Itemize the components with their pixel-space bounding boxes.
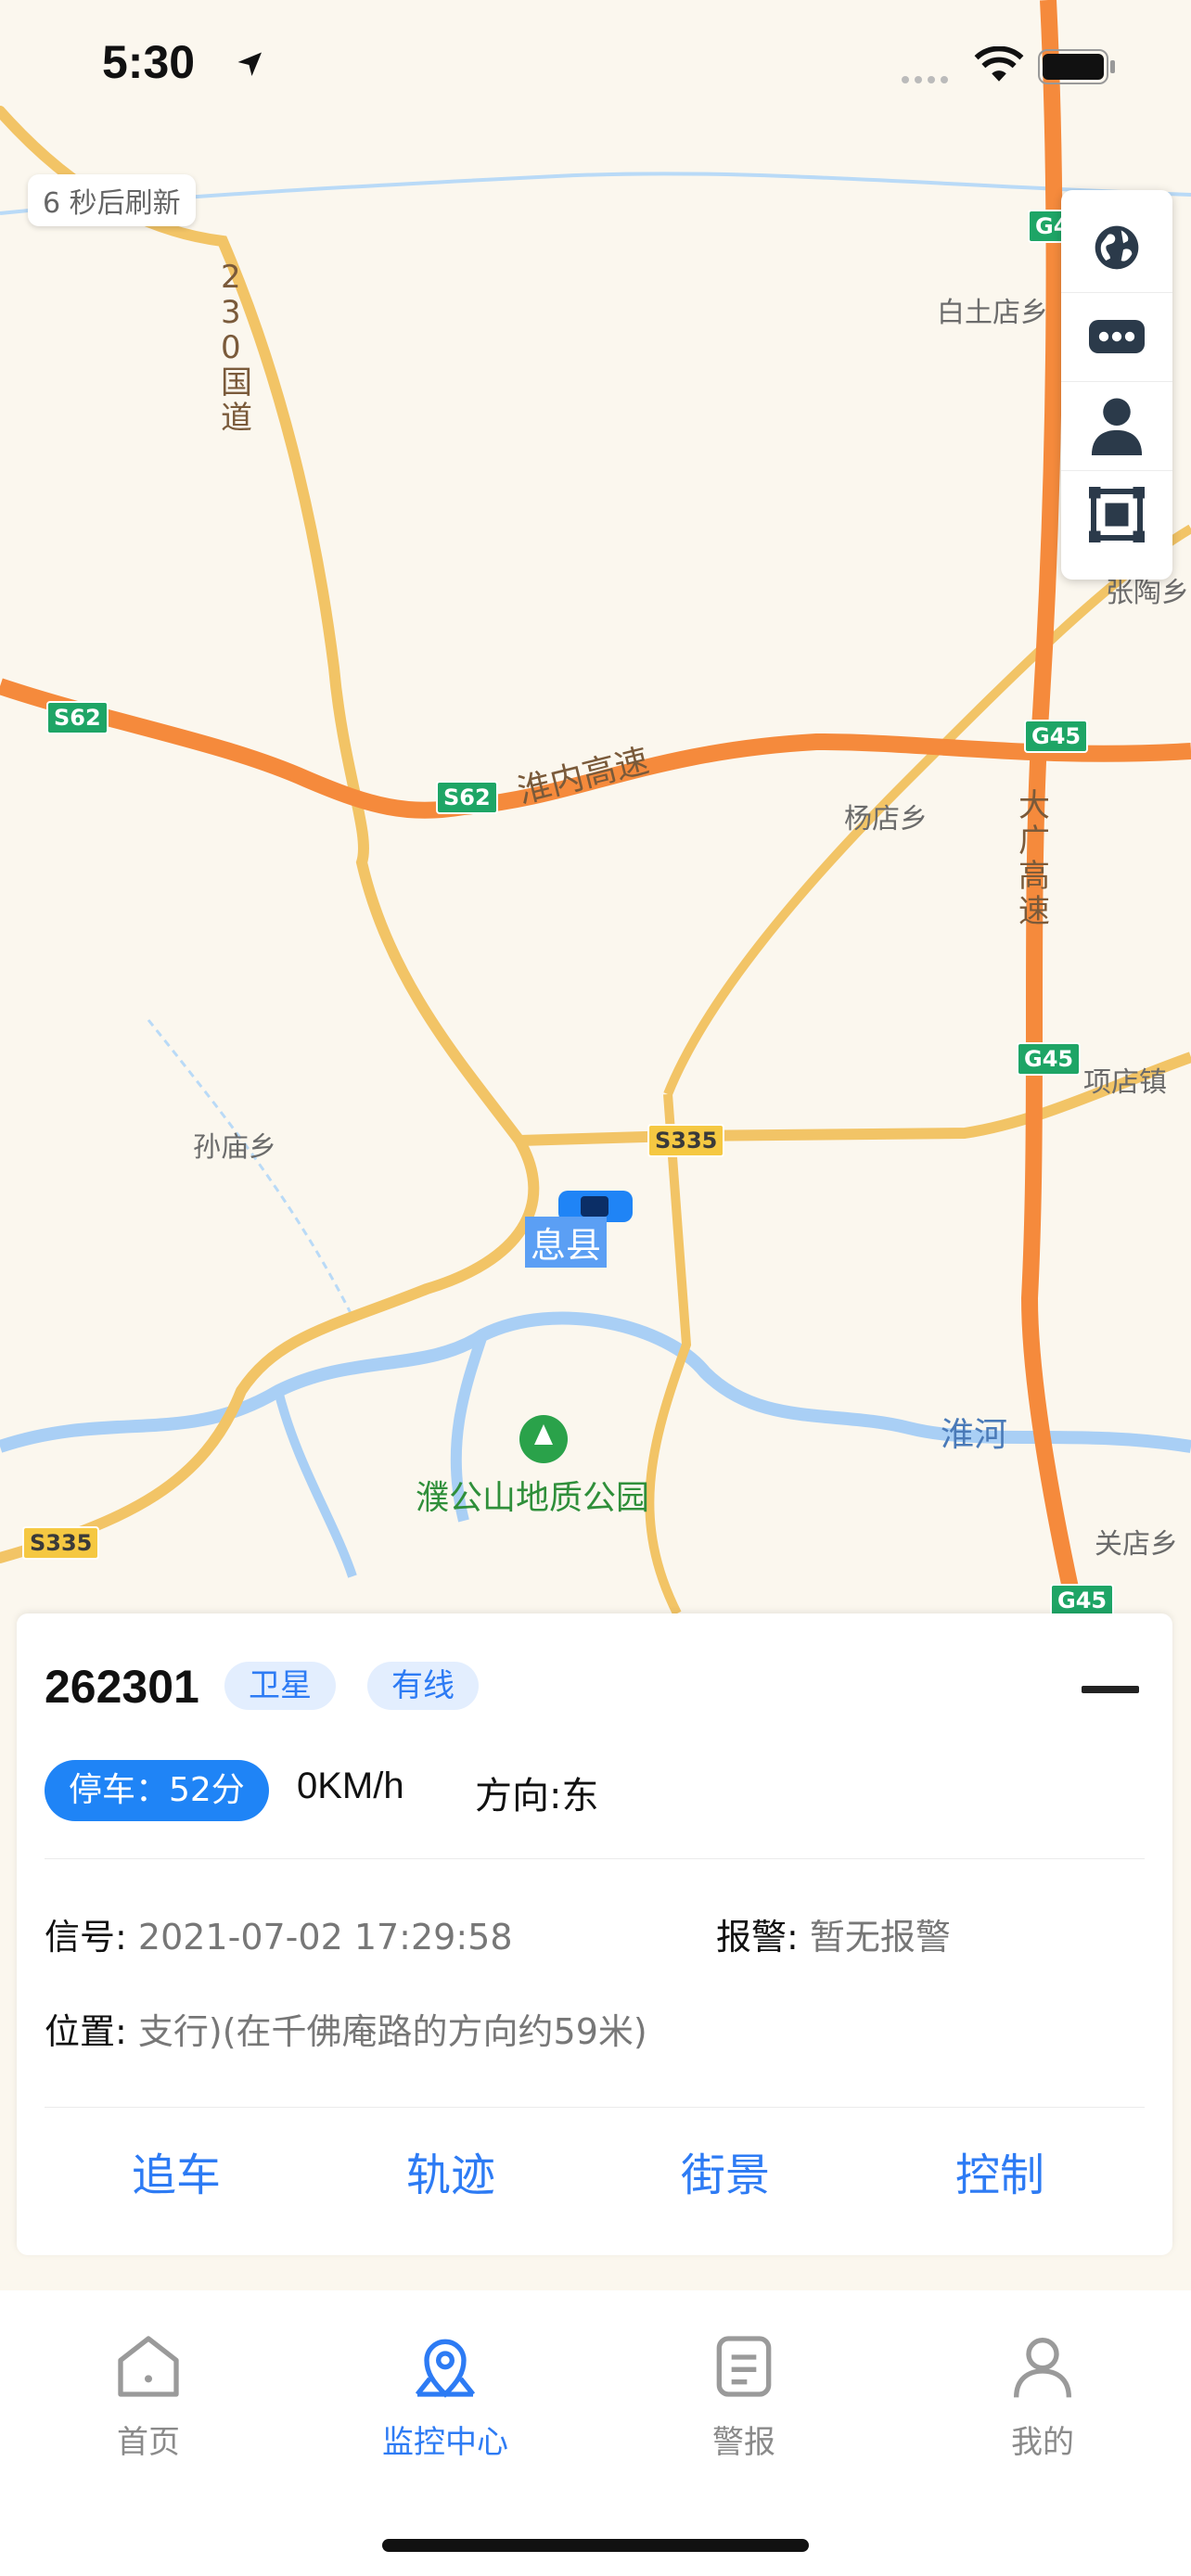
person-button[interactable] bbox=[1061, 381, 1172, 471]
tag-satellite: 卫星 bbox=[224, 1662, 336, 1710]
shield-s62-west: S62 bbox=[46, 701, 109, 734]
map-toolbar bbox=[1061, 190, 1172, 580]
divider bbox=[45, 2107, 1145, 2108]
wifi-icon bbox=[974, 46, 1024, 82]
home-indicator bbox=[382, 2539, 809, 2552]
alarm-label: 报警: bbox=[716, 1917, 799, 1958]
signal-label: 信号: bbox=[45, 1917, 127, 1958]
chase-vehicle-button[interactable]: 追车 bbox=[132, 2138, 221, 2203]
map-label-baitudian: 白土店乡 bbox=[937, 297, 1048, 329]
more-dots-icon bbox=[1089, 320, 1145, 353]
tab-alerts-label: 警报 bbox=[712, 2424, 775, 2461]
tab-alerts[interactable]: 警报 bbox=[651, 2329, 837, 2462]
tab-home-label: 首页 bbox=[117, 2424, 180, 2461]
map-label-huaihe: 淮河 bbox=[941, 1416, 1008, 1454]
home-icon bbox=[118, 2336, 179, 2397]
globe-button[interactable] bbox=[1061, 203, 1172, 293]
shield-s335-center: S335 bbox=[647, 1124, 725, 1157]
status-bar: 5:30 bbox=[0, 0, 1191, 130]
alarm-row: 报警: 暂无报警 bbox=[716, 1908, 951, 1959]
control-button[interactable]: 控制 bbox=[955, 2138, 1044, 2203]
tab-monitor-center[interactable]: 监控中心 bbox=[352, 2329, 538, 2462]
signal-value: 2021-07-02 17:29:58 bbox=[137, 1917, 513, 1958]
globe-icon bbox=[1095, 225, 1139, 270]
map-label-park: 濮公山地质公园 bbox=[416, 1479, 650, 1517]
shield-g45-mid: G45 bbox=[1017, 1042, 1082, 1076]
shield-g45-south: G45 bbox=[1050, 1584, 1115, 1617]
bottom-tab-bar: 首页 监控中心 警报 我的 bbox=[0, 2290, 1191, 2576]
park-status-badge: 停车：52分 bbox=[45, 1760, 269, 1821]
more-options-button[interactable] bbox=[1061, 292, 1172, 382]
fit-bounds-button[interactable] bbox=[1061, 470, 1172, 559]
tab-mine[interactable]: 我的 bbox=[950, 2329, 1135, 2462]
battery-icon bbox=[1038, 49, 1115, 84]
collapse-panel-button[interactable] bbox=[1082, 1686, 1139, 1693]
vehicle-direction: 方向:东 bbox=[475, 1775, 599, 1817]
map-label-xiangdian: 项店镇 bbox=[1083, 1066, 1167, 1099]
map-label-xixian: 息县 bbox=[525, 1217, 608, 1268]
map-label-guodao: 230国道 bbox=[221, 259, 252, 437]
divider bbox=[45, 1858, 1145, 1859]
tab-monitor-label: 监控中心 bbox=[382, 2424, 508, 2461]
location-arrow-icon bbox=[237, 52, 262, 76]
location-row: 位置: 支行)(在千佛庵路的方向约59米) bbox=[45, 2003, 647, 2054]
vehicle-id: 262301 bbox=[45, 1661, 199, 1713]
vehicle-speed: 0KM/h bbox=[297, 1766, 404, 1806]
map-label-daguang: 大广高速 bbox=[1018, 787, 1050, 930]
track-playback-button[interactable]: 轨迹 bbox=[406, 2138, 495, 2203]
tag-wired: 有线 bbox=[367, 1662, 479, 1710]
location-label: 位置: bbox=[45, 2011, 127, 2052]
frame-fit-icon bbox=[1089, 487, 1145, 542]
signal-row: 信号: 2021-07-02 17:29:58 bbox=[45, 1908, 513, 1959]
map-label-yangdian: 杨店乡 bbox=[844, 803, 928, 835]
location-value: 支行)(在千佛庵路的方向约59米) bbox=[137, 2011, 647, 2052]
user-icon bbox=[1014, 2338, 1071, 2398]
alarm-value: 暂无报警 bbox=[809, 1917, 951, 1958]
vehicle-info-panel: 262301 卫星 有线 停车：52分 0KM/h 方向:东 信号: 2021-… bbox=[17, 1613, 1172, 2255]
person-icon bbox=[1091, 398, 1143, 455]
status-time: 5:30 bbox=[102, 36, 196, 88]
cellular-signal-icon bbox=[902, 76, 948, 83]
refresh-countdown: 6 秒后刷新 bbox=[28, 174, 196, 226]
alert-doc-icon bbox=[716, 2336, 772, 2397]
map-label-guandian: 关店乡 bbox=[1095, 1528, 1178, 1561]
street-view-button[interactable]: 街景 bbox=[681, 2138, 770, 2203]
tab-mine-label: 我的 bbox=[1011, 2424, 1074, 2461]
tab-home[interactable]: 首页 bbox=[56, 2329, 241, 2462]
shield-s62-center: S62 bbox=[436, 781, 498, 814]
shield-s335-west: S335 bbox=[22, 1526, 100, 1560]
shield-g45-north: G45 bbox=[1024, 720, 1089, 753]
map-label-sunmiao: 孙庙乡 bbox=[193, 1131, 276, 1164]
map-monitor-icon bbox=[415, 2339, 476, 2398]
